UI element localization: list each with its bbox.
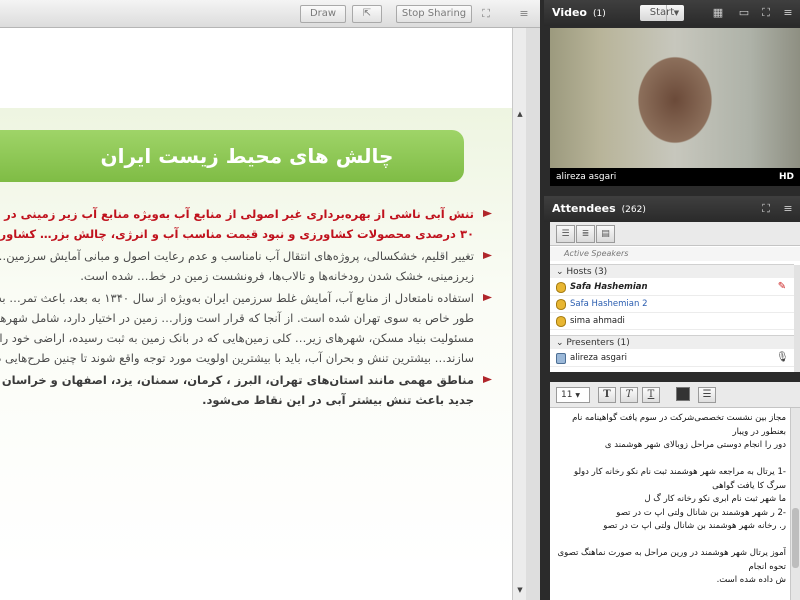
- slide-area: چالش های محیط زیست ایران تنش آبی ناشی از…: [0, 28, 512, 600]
- host-icon: [556, 299, 566, 310]
- presenters-label: Presenters (1): [566, 338, 630, 348]
- font-size-select[interactable]: 11 ▼: [556, 387, 590, 403]
- notes-toolbar: 11 ▼ T T T ☰: [550, 382, 800, 408]
- video-feed: [550, 28, 800, 168]
- video-caption: alireza asgari HD: [550, 168, 800, 186]
- video-pod-header: Video (1) Start ▼ ▦ ▭ ⛶ ≡: [544, 0, 800, 26]
- share-toolbar: Draw ⇱ Stop Sharing ⛶ ≡: [0, 0, 540, 28]
- text-color-swatch[interactable]: [676, 387, 690, 401]
- hosts-label: Hosts (3): [566, 267, 608, 277]
- host-icon: [556, 316, 566, 327]
- attendees-menu-icon[interactable]: ≡: [780, 201, 796, 217]
- slide-title: چالش های محیط زیست ایران: [0, 130, 464, 182]
- start-dropdown-arrow[interactable]: ▼: [666, 5, 686, 21]
- attendee-scrollbar[interactable]: [794, 265, 800, 372]
- attendee-name: sima ahmadi: [570, 316, 625, 326]
- attendees-count: (262): [621, 205, 646, 215]
- notes-scroll-thumb[interactable]: [792, 508, 799, 568]
- hd-badge: HD: [778, 172, 794, 182]
- presenters-section-header[interactable]: ⌄ Presenters (1): [550, 335, 794, 349]
- grid-view-icon[interactable]: ▦: [710, 5, 726, 21]
- underline-button[interactable]: T: [642, 387, 660, 403]
- microphone-muted-icon: ✎: [777, 281, 787, 292]
- notes-pod: 11 ▼ T T T ☰ مجاز بین نشست تخصصی‌شرکت در…: [550, 382, 800, 600]
- filmstrip-view-icon[interactable]: ▭: [736, 5, 752, 21]
- video-title: Video: [552, 6, 587, 19]
- attendee-name: Safa Hashemian: [570, 282, 648, 292]
- hosts-section-header[interactable]: ⌄ Hosts (3): [550, 264, 794, 278]
- attendees-pod-title: Attendees (262): [552, 202, 646, 215]
- scroll-up-arrow[interactable]: ▲: [513, 108, 527, 120]
- attendee-row[interactable]: alireza asgari 🎙: [550, 350, 794, 367]
- attendee-list-panel: ☰ ≣ ▤ Active Speakers ⌄ Hosts (3) Safa H…: [550, 222, 800, 372]
- pod-menu-icon[interactable]: ≡: [516, 6, 532, 22]
- video-frame[interactable]: alireza asgari HD: [550, 28, 800, 186]
- active-speakers-label: Active Speakers: [550, 247, 800, 261]
- list-button[interactable]: ☰: [698, 387, 716, 403]
- attendee-name: alireza asgari: [570, 353, 627, 363]
- presenter-icon: [556, 353, 566, 364]
- bullet-4: مناطق مهمی مانند استان‌های تهران، البرز …: [0, 370, 492, 410]
- video-pod-title: Video (1): [552, 6, 606, 19]
- fullscreen-icon[interactable]: ⛶: [478, 6, 494, 22]
- attendee-name: Safa Hashemian 2: [570, 299, 648, 309]
- pointer-button[interactable]: ⇱: [352, 5, 382, 23]
- bullet-1: تنش آبی ناشی از بهره‌برداری غیر اصولی از…: [0, 204, 492, 244]
- notes-text[interactable]: مجاز بین نشست تخصصی‌شرکت در سوم یافت گوا…: [556, 412, 786, 600]
- connect-meeting-window: Draw ⇱ Stop Sharing ⛶ ≡ چالش های محیط زی…: [0, 0, 800, 600]
- bullet-3: استفاده نامتعادل از منابع آب، آمایش غلط …: [0, 288, 492, 368]
- participant-name: alireza asgari: [556, 172, 617, 182]
- attendee-row[interactable]: Safa Hashemian 2: [550, 296, 794, 313]
- status-view-icon[interactable]: ≣: [576, 225, 595, 243]
- speaker-icon: 🎙: [776, 352, 789, 363]
- fullscreen-icon[interactable]: ⛶: [758, 5, 774, 21]
- breakout-view-icon[interactable]: ▤: [596, 225, 615, 243]
- list-view-icon[interactable]: ☰: [556, 225, 575, 243]
- attendee-row[interactable]: sima ahmadi: [550, 313, 794, 330]
- pointer-icon: ⇱: [362, 8, 372, 19]
- bullet-2: تغییر اقلیم، خشکسالی، پروژه‌های انتقال آ…: [0, 246, 492, 286]
- video-count: (1): [592, 9, 606, 19]
- share-pod: Draw ⇱ Stop Sharing ⛶ ≡ چالش های محیط زی…: [0, 0, 540, 600]
- video-menu-icon[interactable]: ≡: [780, 5, 796, 21]
- right-column: Video (1) Start ▼ ▦ ▭ ⛶ ≡ alireza asgari …: [544, 0, 800, 600]
- attendee-view-tabs: ☰ ≣ ▤: [550, 222, 800, 246]
- chevron-down-icon: ⌄: [556, 267, 567, 277]
- host-icon: [556, 282, 566, 293]
- scroll-down-arrow[interactable]: ▼: [513, 584, 527, 596]
- slide-bullets: تنش آبی ناشی از بهره‌برداری غیر اصولی از…: [0, 204, 492, 412]
- attendee-row[interactable]: Safa Hashemian ✎: [550, 279, 794, 296]
- notes-scrollbar[interactable]: [790, 408, 800, 600]
- fullscreen-icon[interactable]: ⛶: [758, 201, 774, 217]
- bold-button[interactable]: T: [598, 387, 616, 403]
- stop-sharing-button[interactable]: Stop Sharing: [396, 5, 472, 23]
- chevron-down-icon: ⌄: [556, 338, 567, 348]
- pod-gutter: [526, 28, 540, 600]
- draw-button[interactable]: Draw: [300, 5, 346, 23]
- italic-button[interactable]: T: [620, 387, 638, 403]
- attendees-pod-header: Attendees (262) ⛶ ≡: [544, 196, 800, 222]
- attendees-title: Attendees: [552, 202, 616, 215]
- slide-scrollbar[interactable]: ▲ ▼: [512, 28, 527, 600]
